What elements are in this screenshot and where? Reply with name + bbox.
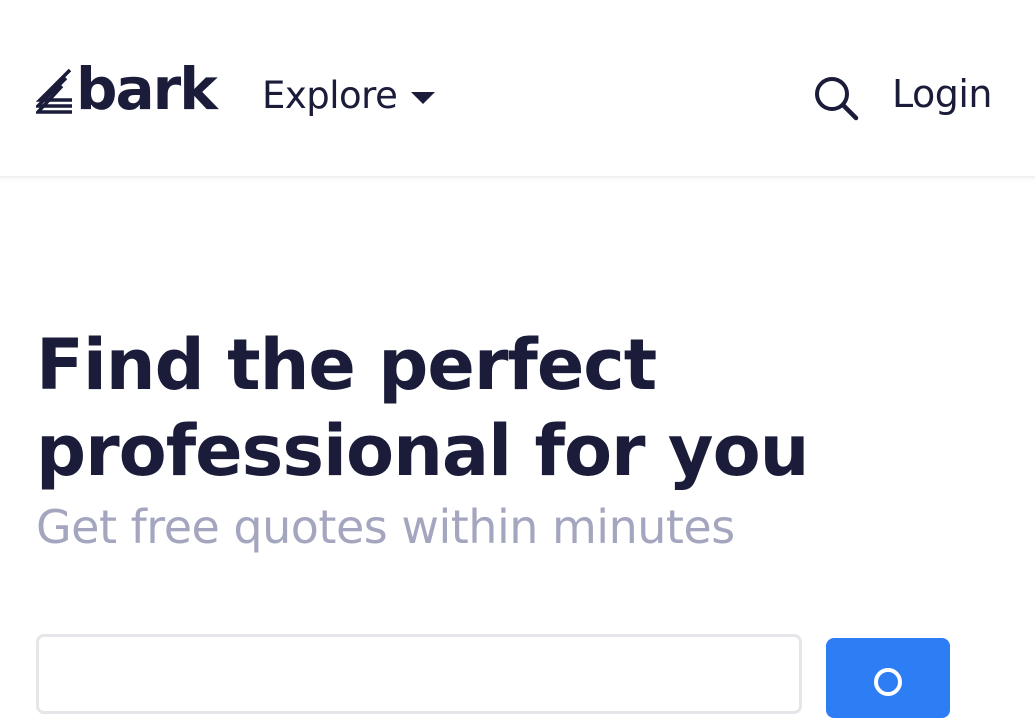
caret-down-icon — [411, 91, 436, 104]
search-icon — [815, 77, 859, 121]
bark-logo-icon — [36, 68, 72, 114]
hero-headline-line-2: professional for you — [36, 410, 810, 492]
service-search-input[interactable] — [36, 634, 802, 714]
search-button[interactable] — [812, 74, 860, 122]
explore-label: Explore — [262, 74, 398, 117]
bark-logo[interactable]: bark — [36, 55, 218, 123]
site-header: bark Explore Login — [0, 0, 1035, 178]
hero-subtitle: Get free quotes within minutes — [36, 500, 735, 554]
hero-headline: Find the perfect professional for you — [36, 322, 936, 494]
hero-headline-line-1: Find the perfect — [36, 324, 657, 406]
search-submit-icon — [874, 668, 902, 696]
explore-menu-button[interactable]: Explore — [262, 74, 436, 117]
logo-wordmark: bark — [76, 55, 218, 123]
login-link[interactable]: Login — [892, 72, 993, 116]
search-submit-button[interactable] — [826, 638, 950, 718]
